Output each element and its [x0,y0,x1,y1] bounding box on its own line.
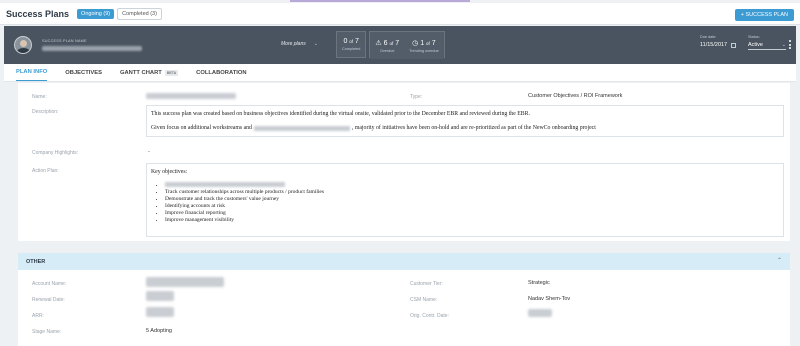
status-label: Status: [748,35,760,39]
due-date-value: 11/15/2017 [700,42,728,48]
arr-label: ARR: [32,313,44,319]
tab-gantt-label: GANTT CHART [119,70,162,76]
orig-contr-date-label: Orig. Contr. Date: [410,313,449,319]
more-plans-dropdown[interactable]: More plans ⌄ [281,41,318,47]
stat-completed-total: 7 [355,38,359,45]
stats: 0 of 7 Completed ⚠ 6 of 7 Overdue ◷ 1 of… [336,31,445,59]
chevron-up-icon[interactable]: ⌃ [777,257,782,264]
description-p2-end: , majority of initiatives have been on-h… [351,125,596,131]
plan-tabs: PLAN INFO OBJECTIVES GANTT CHART BETA COL… [4,64,796,82]
plan-info-card: Name: Type: Customer Objectives / ROI Fr… [18,83,790,241]
stat-trending-value: 1 [420,39,425,47]
account-name-redacted [146,277,224,287]
tab-objectives[interactable]: OBJECTIVES [65,70,102,81]
chevron-down-icon: ⌄ [781,42,786,48]
list-item: Demonstrate and track the customers' val… [165,196,324,203]
clock-icon: ◷ [412,39,419,47]
status-value: Active [748,42,763,48]
customer-tier-label: Customer Tier: [410,281,443,287]
list-item: Improve financial reporting [165,210,324,217]
description-paragraph-1: This success plan was created based on b… [151,111,530,117]
stat-overdue-value: 6 [383,39,388,47]
stat-completed-value: 0 [343,38,348,45]
plan-header: SUCCESS PLAN NAME More plans ⌄ 0 of 7 Com… [4,26,796,64]
list-item: Track customer relationships across mult… [165,189,324,196]
type-label: Type: [410,94,423,100]
due-date-field[interactable]: Due date: 11/15/2017 [700,35,737,48]
tab-ongoing[interactable]: Ongoing (9) [77,8,115,19]
top-accent-line [0,0,800,2]
tab-gantt-chart[interactable]: GANTT CHART BETA [119,70,179,81]
top-bar: Success Plans Ongoing (9) Completed (3) … [0,3,800,25]
stat-trending-overdue: ◷ 1 of 7 Trending overdue [404,32,444,59]
stat-trending-total: 7 [431,39,436,47]
type-value: Customer Objectives / ROI Framework [528,93,623,99]
name-label: Name: [32,94,47,100]
csm-name-label: CSM Name: [410,297,438,303]
main-content: Name: Type: Customer Objectives / ROI Fr… [4,83,796,346]
page-title: Success Plans [6,8,70,19]
description-field[interactable]: This success plan was created based on b… [146,105,784,137]
action-plan-heading: Key objectives: [151,169,188,175]
stage-name-value: 5 Adopting [146,328,172,334]
action-plan-field[interactable]: Key objectives: Track customer relations… [146,163,784,237]
add-success-plan-button[interactable]: + SUCCESS PLAN [734,9,794,21]
stat-completed: 0 of 7 Completed [336,31,367,58]
description-label: Description: [32,109,59,115]
account-name-label: Account Name: [32,281,67,287]
list-item: Improve management visibility [165,217,324,224]
chevron-down-icon: ⌄ [313,41,318,47]
company-highlights-value: - [148,149,150,155]
calendar-icon[interactable] [731,42,737,48]
stat-completed-label: Completed [342,47,361,51]
redacted-text [253,125,350,131]
tab-collaboration[interactable]: COLLABORATION [196,70,246,81]
beta-badge: BETA [164,70,179,76]
redacted-text [165,182,285,188]
list-item [165,182,324,189]
list-item: Identifying accounts at risk [165,203,324,210]
name-value-redacted [146,93,236,99]
stat-overdue: ⚠ 6 of 7 Overdue [370,32,405,59]
warning-icon: ⚠ [375,39,382,47]
more-plans-label: More plans [281,41,306,47]
renewal-date-label: Renewal Date: [32,297,65,303]
customer-tier-value: Strategic [528,280,550,286]
tab-completed[interactable]: Completed (3) [117,7,162,20]
other-section-title: OTHER [26,258,46,265]
plan-name-redacted [42,46,142,51]
stat-overdue-label: Overdue [379,48,395,53]
other-section: OTHER ⌃ Account Name: Renewal Date: ARR:… [18,253,790,346]
description-paragraph-2: Given focus on additional workstreams an… [151,125,596,131]
stat-group-overdue: ⚠ 6 of 7 Overdue ◷ 1 of 7 Trending overd… [369,31,445,59]
kebab-menu-icon[interactable] [789,40,792,49]
stage-name-label: Stage Name: [32,329,62,335]
tab-plan-info[interactable]: PLAN INFO [16,69,48,81]
company-highlights-label: Company Highlights: [32,150,79,156]
stat-overdue-total: 7 [395,39,400,47]
description-p2-start: Given focus on additional workstreams an… [151,125,252,131]
stat-trending-label: Trending overdue [409,48,439,53]
action-plan-label: Action Plan: [32,168,59,174]
csm-name-value: Nadav Shem-Tov [528,296,571,302]
due-date-label: Due date: [700,35,717,39]
avatar [14,36,32,54]
arr-redacted [146,307,174,317]
plan-name-block: SUCCESS PLAN NAME [42,39,262,51]
status-field[interactable]: Status: Active ⌄ [748,35,786,50]
orig-contr-date-redacted [528,309,552,317]
renewal-date-redacted [146,291,174,301]
objectives-list: Track customer relationships across mult… [161,182,324,224]
plan-name-label: SUCCESS PLAN NAME [42,39,87,43]
other-section-header[interactable]: OTHER ⌃ [18,253,790,270]
